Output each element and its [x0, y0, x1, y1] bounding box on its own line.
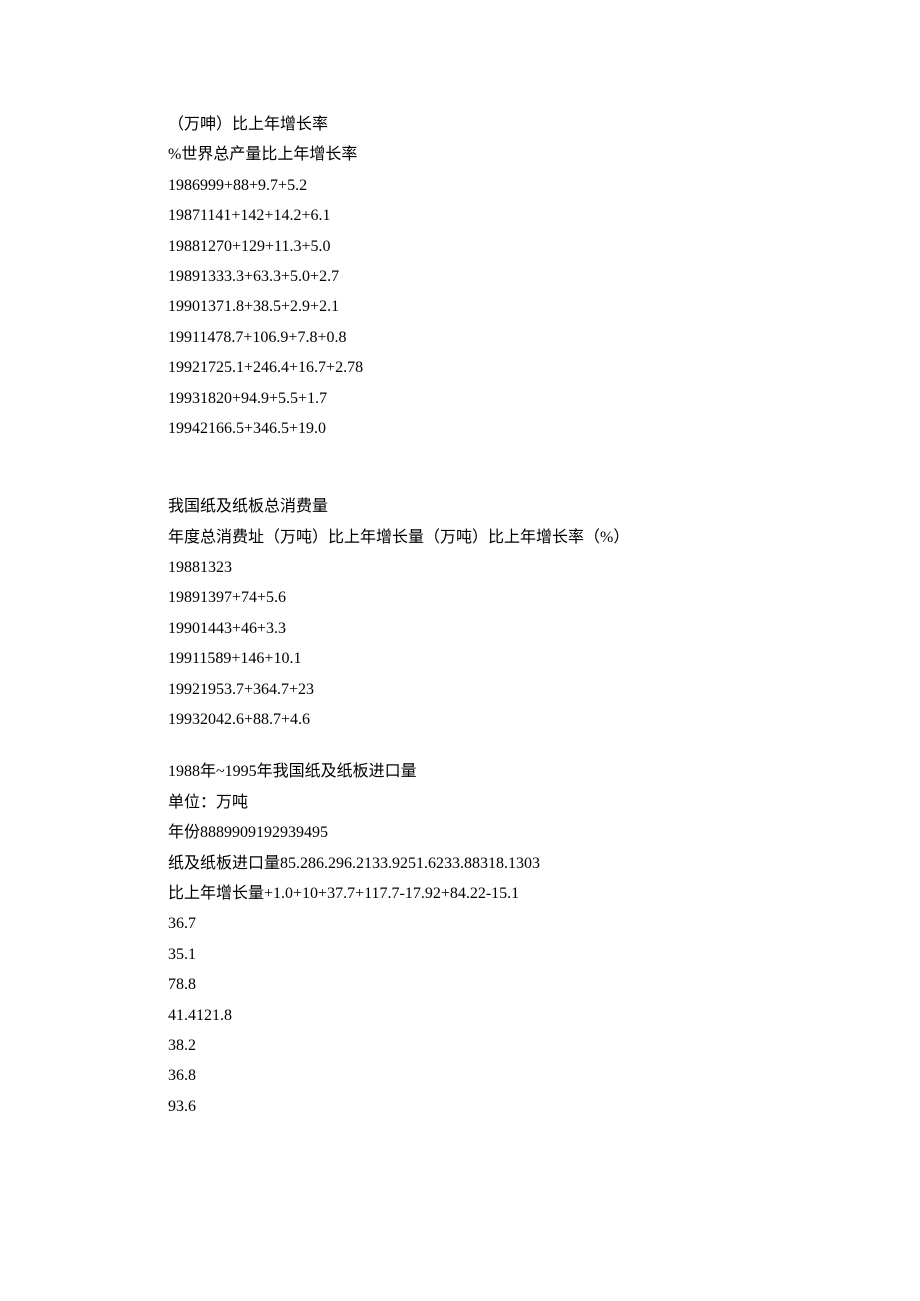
section3-tail-row: 35.1 [168, 940, 920, 970]
section1-row: 19931820+94.9+5.5+1.7 [168, 384, 920, 414]
section2-title: 我国纸及纸板总消费量 [168, 492, 920, 522]
section3-title: 1988年~1995年我国纸及纸板进口量 [168, 757, 920, 787]
section3-tail-row: 41.4121.8 [168, 1001, 920, 1031]
section1-row: 19871141+142+14.2+6.1 [168, 201, 920, 231]
section1-row: 19911478.7+106.9+7.8+0.8 [168, 323, 920, 353]
section3-import-row: 纸及纸板进口量85.286.296.2133.9251.6233.88318.1… [168, 849, 920, 879]
section2-row: 19891397+74+5.6 [168, 583, 920, 613]
section2-row: 19911589+146+10.1 [168, 644, 920, 674]
section2-header: 年度总消费址（万吨）比上年增长量（万吨）比上年增长率（%） [168, 523, 920, 553]
section3-tail-row: 36.8 [168, 1061, 920, 1091]
section1-row: 19891333.3+63.3+5.0+2.7 [168, 262, 920, 292]
section3-tail-row: 93.6 [168, 1092, 920, 1122]
section1-row: 1986999+88+9.7+5.2 [168, 171, 920, 201]
section3-growth-row: 比上年增长量+1.0+10+37.7+117.7-17.92+84.22-15.… [168, 879, 920, 909]
section1-header1: （万呻）比上年增长率 [168, 110, 920, 140]
section1-header2: %世界总产量比上年增长率 [168, 140, 920, 170]
section1-row: 19901371.8+38.5+2.9+2.1 [168, 292, 920, 322]
section1-row: 19881270+129+11.3+5.0 [168, 232, 920, 262]
section3-tail-row: 38.2 [168, 1031, 920, 1061]
section1-row: 19921725.1+246.4+16.7+2.78 [168, 353, 920, 383]
section2-row: 19881323 [168, 553, 920, 583]
section3-unit: 单位：万吨 [168, 788, 920, 818]
section2-row: 19932042.6+88.7+4.6 [168, 705, 920, 735]
section2-row: 19921953.7+364.7+23 [168, 675, 920, 705]
section1-row: 19942166.5+346.5+19.0 [168, 414, 920, 444]
section3-tail-row: 36.7 [168, 909, 920, 939]
section3-tail-row: 78.8 [168, 970, 920, 1000]
section2-row: 19901443+46+3.3 [168, 614, 920, 644]
section3-year-row: 年份8889909192939495 [168, 818, 920, 848]
